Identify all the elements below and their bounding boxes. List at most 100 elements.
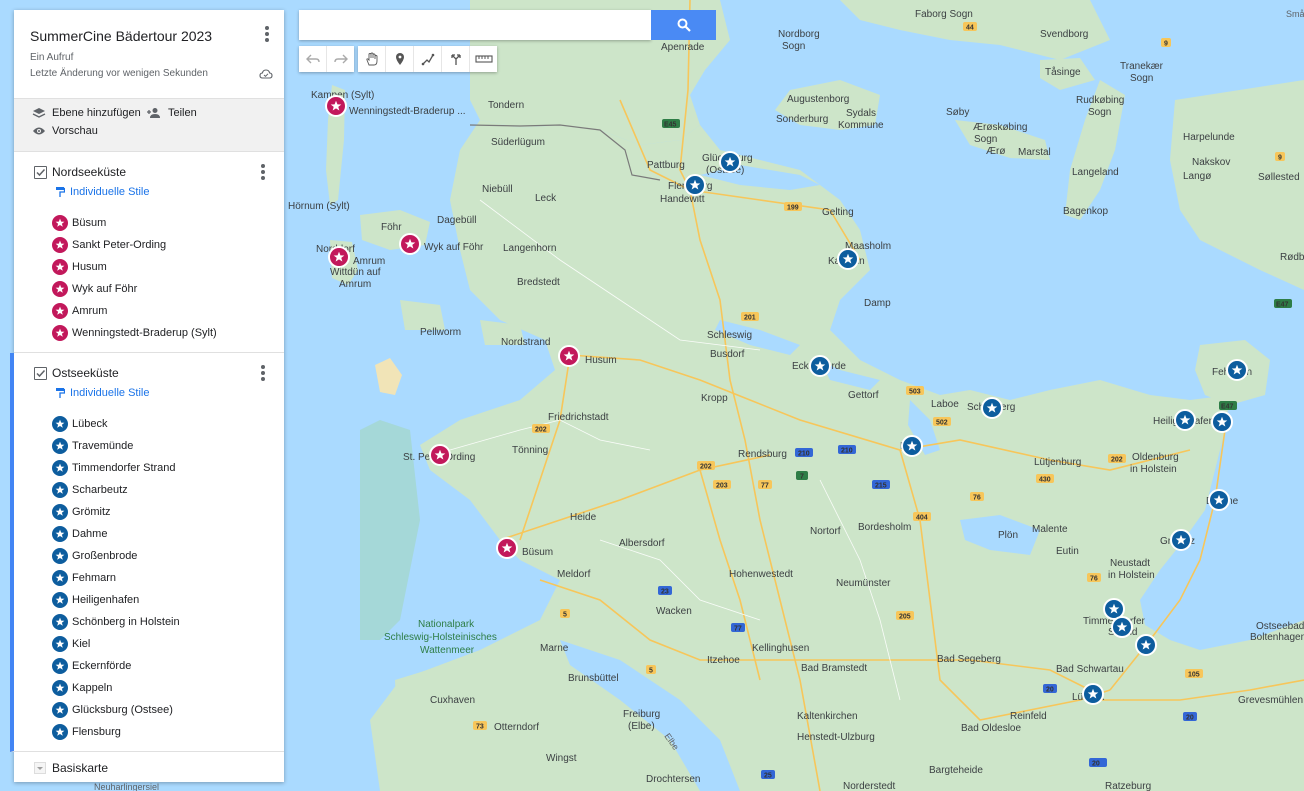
layer-style-label: Individuelle Stile bbox=[70, 186, 150, 198]
search-button[interactable] bbox=[651, 10, 716, 40]
list-item[interactable]: Eckernförde bbox=[14, 655, 284, 677]
map-options-menu-button[interactable] bbox=[265, 26, 269, 42]
map-marker-east[interactable] bbox=[809, 355, 831, 377]
map-marker-north[interactable] bbox=[429, 444, 451, 466]
map-marker-east[interactable] bbox=[1103, 598, 1125, 620]
list-item[interactable]: Schönberg in Holstein bbox=[14, 611, 284, 633]
place-label: Rendsburg bbox=[738, 449, 787, 460]
map-marker-east[interactable] bbox=[981, 397, 1003, 419]
star-marker-icon bbox=[52, 658, 68, 674]
place-label: Småla bbox=[1286, 9, 1304, 19]
place-label: Grevesmühlen bbox=[1238, 695, 1303, 706]
basemap-section[interactable]: Basiskarte bbox=[14, 752, 284, 782]
layer-style-link[interactable]: Individuelle Stile bbox=[55, 186, 150, 198]
map-title[interactable]: SummerCine Bädertour 2023 bbox=[30, 28, 212, 44]
marker-label-sylt: Wenningstedt-Braderup ... bbox=[349, 106, 466, 117]
place-label: Wingst bbox=[546, 753, 577, 764]
map-marker-north[interactable] bbox=[328, 246, 350, 268]
map-marker-east[interactable] bbox=[1135, 634, 1157, 656]
list-item[interactable]: Flensburg bbox=[14, 721, 284, 743]
preview-button[interactable]: Vorschau bbox=[32, 125, 98, 137]
list-item[interactable]: Großenbrode bbox=[14, 545, 284, 567]
list-item[interactable]: Amrum bbox=[14, 300, 284, 322]
undo-button[interactable] bbox=[299, 46, 327, 72]
layer-options-menu-button[interactable] bbox=[261, 164, 265, 180]
place-label: Marstal bbox=[1018, 147, 1051, 158]
measure-button[interactable] bbox=[470, 46, 497, 72]
map-marker-east[interactable] bbox=[1170, 529, 1192, 551]
list-item[interactable]: Dahme bbox=[14, 523, 284, 545]
map-marker-east[interactable] bbox=[837, 248, 859, 270]
map-marker-north[interactable] bbox=[399, 233, 421, 255]
place-label: Neuharlingersiel bbox=[94, 782, 159, 791]
list-item-label: Glücksburg (Ostsee) bbox=[72, 704, 173, 716]
layer-options-menu-button[interactable] bbox=[261, 365, 265, 381]
layer-name[interactable]: Ostseeküste bbox=[52, 366, 119, 380]
map-marker-east[interactable] bbox=[1111, 616, 1133, 638]
star-marker-icon bbox=[52, 460, 68, 476]
map-marker-east[interactable] bbox=[1208, 489, 1230, 511]
add-layer-button[interactable]: Ebene hinzufügen bbox=[32, 107, 141, 119]
place-label: Ostseebad bbox=[1256, 621, 1304, 632]
map-marker-north[interactable] bbox=[558, 345, 580, 367]
map-marker-east[interactable] bbox=[1226, 359, 1248, 381]
place-label: Pattburg bbox=[647, 160, 685, 171]
layer-visibility-checkbox[interactable] bbox=[34, 166, 47, 179]
list-item[interactable]: Kiel bbox=[14, 633, 284, 655]
place-label: Schleswig-Holsteinisches bbox=[384, 632, 497, 643]
list-item[interactable]: Grömitz bbox=[14, 501, 284, 523]
list-item[interactable]: Travemünde bbox=[14, 435, 284, 457]
list-item[interactable]: Timmendorfer Strand bbox=[14, 457, 284, 479]
share-button[interactable]: Teilen bbox=[146, 107, 197, 119]
map-marker-east[interactable] bbox=[719, 151, 741, 173]
list-item[interactable]: Heiligenhafen bbox=[14, 589, 284, 611]
list-item[interactable]: Scharbeutz bbox=[14, 479, 284, 501]
star-marker-icon bbox=[52, 702, 68, 718]
list-item[interactable]: Sankt Peter-Ording bbox=[14, 234, 284, 256]
layer-style-link[interactable]: Individuelle Stile bbox=[55, 387, 150, 399]
place-label: Föhr bbox=[381, 222, 402, 233]
redo-icon bbox=[333, 54, 348, 64]
draw-line-button[interactable] bbox=[414, 46, 442, 72]
map-marker-east[interactable] bbox=[1082, 683, 1104, 705]
map-marker-north[interactable] bbox=[496, 537, 518, 559]
map-marker-east[interactable] bbox=[1211, 411, 1233, 433]
map-marker-east[interactable] bbox=[901, 435, 923, 457]
layer-name[interactable]: Nordseeküste bbox=[52, 165, 126, 179]
star-marker-icon bbox=[52, 438, 68, 454]
star-marker-icon bbox=[52, 237, 68, 253]
list-item[interactable]: Wyk auf Föhr bbox=[14, 278, 284, 300]
map-description[interactable]: Ein Aufruf bbox=[30, 52, 73, 63]
list-item[interactable]: Wenningstedt-Braderup (Sylt) bbox=[14, 322, 284, 344]
star-marker-icon bbox=[52, 526, 68, 542]
add-directions-button[interactable] bbox=[442, 46, 470, 72]
place-label: Sogn bbox=[1130, 73, 1153, 84]
list-item[interactable]: Büsum bbox=[14, 212, 284, 234]
add-marker-button[interactable] bbox=[386, 46, 414, 72]
list-item[interactable]: Lübeck bbox=[14, 413, 284, 435]
map-marker-east[interactable] bbox=[1174, 409, 1196, 431]
place-label: Busdorf bbox=[710, 349, 745, 360]
add-person-icon bbox=[147, 108, 160, 118]
place-label: Rudkøbing bbox=[1076, 95, 1124, 106]
place-label: Sydals bbox=[846, 108, 876, 119]
list-item-label: Wenningstedt-Braderup (Sylt) bbox=[72, 327, 217, 339]
map-marker-east[interactable] bbox=[684, 174, 706, 196]
redo-button[interactable] bbox=[327, 46, 354, 72]
map-marker-north[interactable] bbox=[325, 95, 347, 117]
list-item-label: Flensburg bbox=[72, 726, 121, 738]
place-label: Wattenmeer bbox=[420, 645, 475, 656]
search-input[interactable] bbox=[299, 10, 651, 40]
list-item[interactable]: Kappeln bbox=[14, 677, 284, 699]
list-item[interactable]: Husum bbox=[14, 256, 284, 278]
place-label: Cuxhaven bbox=[430, 695, 475, 706]
select-items-button[interactable] bbox=[358, 46, 386, 72]
layers-panel: SummerCine Bädertour 2023 Ein Aufruf Let… bbox=[10, 10, 284, 782]
list-item-label: Sankt Peter-Ording bbox=[72, 239, 167, 251]
place-label: Ærøskøbing bbox=[973, 122, 1027, 133]
list-item[interactable]: Glücksburg (Ostsee) bbox=[14, 699, 284, 721]
list-item[interactable]: Fehmarn bbox=[14, 567, 284, 589]
svg-text:201: 201 bbox=[744, 315, 756, 322]
place-label: Freiburg bbox=[623, 709, 660, 720]
layer-visibility-checkbox[interactable] bbox=[34, 367, 47, 380]
